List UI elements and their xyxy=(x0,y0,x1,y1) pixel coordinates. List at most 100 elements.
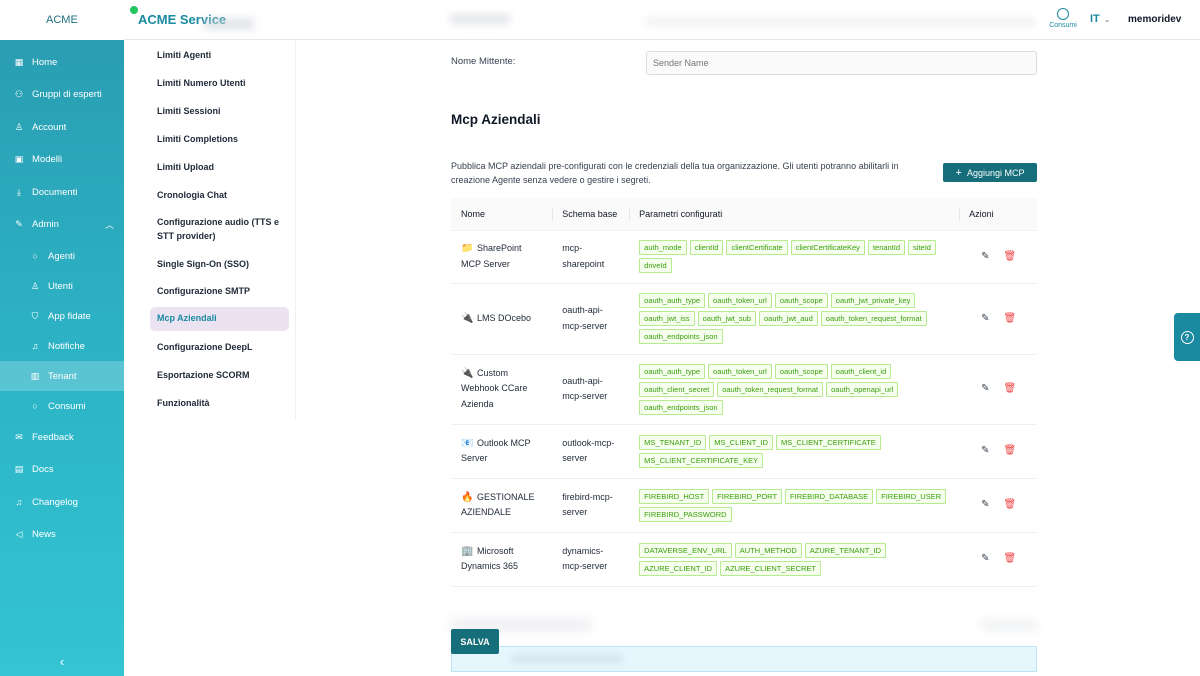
submenu-item[interactable]: Cronologia Chat xyxy=(157,189,293,203)
submenu-item[interactable]: Limiti Sessioni xyxy=(157,105,293,119)
plus-icon: + xyxy=(955,166,962,179)
bell-icon: ♫ xyxy=(15,497,23,508)
save-button[interactable]: SALVA xyxy=(451,629,499,654)
collapse-sidebar-button[interactable]: ‹ xyxy=(0,650,124,672)
param-tag: oauth_token_request_format xyxy=(820,311,927,326)
sidebar-item-admin[interactable]: ✎ Admin ︿ xyxy=(0,209,124,242)
plug-icon: 🔌 xyxy=(461,367,474,379)
mcp-name: 🔌 LMS DOcebo xyxy=(461,311,542,327)
param-tag: clientCertificate xyxy=(726,240,788,255)
sidebar-item-label: Feedback xyxy=(32,431,74,443)
user-menu[interactable]: memoridev xyxy=(1128,14,1181,25)
sidebar-item-tenant[interactable]: ▥ Tenant xyxy=(0,361,124,391)
param-tag: FIREBIRD_DATABASE xyxy=(785,488,874,504)
sidebar-item-notifiche[interactable]: ♫ Notifiche xyxy=(0,331,124,361)
param-tag: AZURE_TENANT_ID xyxy=(804,542,887,558)
param-tag: oauth_token_request_format xyxy=(717,381,824,397)
delete-icon[interactable]: 🗑 xyxy=(1004,443,1017,459)
sidebar-item-modelli[interactable]: ▣ Modelli xyxy=(0,144,124,177)
submenu-item[interactable]: Limiti Agenti xyxy=(157,49,293,63)
consumi-button[interactable]: Consumi xyxy=(1048,8,1078,29)
table-row: 📁 SharePoint MCP Server mcp-sharepoint au… xyxy=(451,230,1037,284)
sidebar-item-feedback[interactable]: ✉ Feedback xyxy=(0,421,124,454)
param-tag: oauth_scope xyxy=(774,293,828,308)
param-tag: DATAVERSE_ENV_URL xyxy=(639,542,732,558)
table-row: 🔌 Custom Webhook CCare Azienda oauth-api-… xyxy=(451,354,1037,425)
param-tag: FIREBIRD_PORT xyxy=(712,488,783,504)
plug-icon: 🔌 xyxy=(461,312,474,324)
folder-icon: 📁 xyxy=(461,243,474,254)
param-tag: oauth_endpoints_json xyxy=(639,399,723,415)
edit-icon[interactable]: ✎ xyxy=(981,381,989,397)
bell-icon: ♫ xyxy=(31,341,39,351)
param-tag: FIREBIRD_PASSWORD xyxy=(639,506,732,522)
sidebar-item-account[interactable]: ♙ Account xyxy=(0,111,124,144)
edit-icon[interactable]: ✎ xyxy=(981,443,989,459)
sidebar-item-label: Consumi xyxy=(48,400,86,412)
user-icon: ♙ xyxy=(14,121,24,132)
table-header-row: Nome Schema base Parametri configurati A… xyxy=(451,198,1037,231)
submenu-item[interactable]: Single Sign-On (SSO) xyxy=(157,258,293,272)
sidebar-item-label: Changelog xyxy=(32,496,78,508)
user-icon: ♙ xyxy=(30,280,40,291)
language-selector[interactable]: IT ⌄ xyxy=(1090,13,1110,25)
circle-icon: ○ xyxy=(32,401,38,411)
upload-icon: ⤓ xyxy=(17,186,21,197)
shield-icon: ⛉ xyxy=(31,310,39,321)
submenu-item[interactable]: Limiti Numero Utenti xyxy=(157,77,293,91)
delete-icon[interactable]: 🗑 xyxy=(1004,497,1017,513)
brand-logo: ACME xyxy=(0,0,124,40)
chevron-up-icon: ︿ xyxy=(104,220,114,231)
sender-name-input[interactable] xyxy=(646,51,1037,75)
sidebar-item-home[interactable]: ▦ Home xyxy=(0,46,124,79)
users-icon: ⚇ xyxy=(14,89,24,100)
sidebar-item-app-fidate[interactable]: ⛉ App fidate xyxy=(0,301,124,331)
sidebar-item-label: Notifiche xyxy=(48,340,85,352)
submenu-item[interactable]: Limiti Upload xyxy=(157,161,293,175)
mcp-schema: mcp-sharepoint xyxy=(552,230,630,284)
submenu-item[interactable]: Funzionalità xyxy=(157,397,293,411)
submenu-item-active[interactable]: Mcp Aziendali xyxy=(150,307,289,331)
row-actions: ✎ 🗑 xyxy=(969,443,1027,459)
add-mcp-label: Aggiungi MCP xyxy=(966,167,1025,178)
sidebar-item-consumi[interactable]: ○ Consumi xyxy=(0,391,124,421)
language-value: IT xyxy=(1090,13,1100,25)
sidebar-item-utenti[interactable]: ♙ Utenti xyxy=(0,271,124,301)
add-mcp-button[interactable]: + Aggiungi MCP xyxy=(943,163,1037,182)
param-tag: MS_CLIENT_CERTIFICATE_KEY xyxy=(639,452,764,468)
param-tag: oauth_openapi_url xyxy=(826,381,899,397)
sidebar-item-news[interactable]: ◁ News xyxy=(0,519,124,552)
edit-icon[interactable]: ✎ xyxy=(981,551,989,567)
param-tag: oauth_token_url xyxy=(708,293,772,308)
building-icon: 🏢 xyxy=(461,545,474,557)
row-actions: ✎ 🗑 xyxy=(969,381,1027,397)
edit-icon[interactable]: ✎ xyxy=(981,249,989,265)
sidebar-item-documenti[interactable]: ⤓ Documenti xyxy=(0,176,124,209)
gauge-icon xyxy=(1057,8,1069,20)
sidebar-item-label: Gruppi di esperti xyxy=(32,89,102,101)
delete-icon[interactable]: 🗑 xyxy=(1004,249,1017,265)
params-tags: MS_TENANT_ID MS_CLIENT_ID MS_CLIENT_CERT… xyxy=(639,434,949,468)
submenu-item[interactable]: Configurazione SMTP xyxy=(157,285,293,299)
submenu-item[interactable]: Configurazione audio (TTS e STT provider… xyxy=(157,216,287,243)
submenu-item[interactable]: Esportazione SCORM xyxy=(157,369,293,383)
submenu-item[interactable]: Limiti Completions xyxy=(157,133,293,147)
param-tag: AZURE_CLIENT_ID xyxy=(639,560,718,576)
delete-icon[interactable]: 🗑 xyxy=(1004,311,1017,327)
sidebar-item-agenti[interactable]: ○ Agenti xyxy=(0,241,124,271)
delete-icon[interactable]: 🗑 xyxy=(1004,551,1017,567)
edit-icon[interactable]: ✎ xyxy=(981,311,989,327)
sidebar-item-changelog[interactable]: ♫ Changelog xyxy=(0,486,124,519)
mcp-name: 📁 SharePoint MCP Server xyxy=(461,243,522,269)
blurred-content xyxy=(512,655,622,663)
delete-icon[interactable]: 🗑 xyxy=(1004,381,1017,397)
submenu-item[interactable]: Configurazione DeepL xyxy=(157,341,293,355)
help-button[interactable]: ? xyxy=(1174,313,1200,361)
mcp-schema: oauth-api-mcp-server xyxy=(552,283,630,355)
sidebar-item-label: Tenant xyxy=(48,370,77,382)
sidebar-item-docs[interactable]: ▤ Docs xyxy=(0,454,124,487)
param-tag: auth_mode xyxy=(639,240,687,255)
edit-icon[interactable]: ✎ xyxy=(981,497,989,513)
megaphone-icon: ◁ xyxy=(15,529,23,540)
sidebar-item-gruppi[interactable]: ⚇ Gruppi di esperti xyxy=(0,79,124,112)
